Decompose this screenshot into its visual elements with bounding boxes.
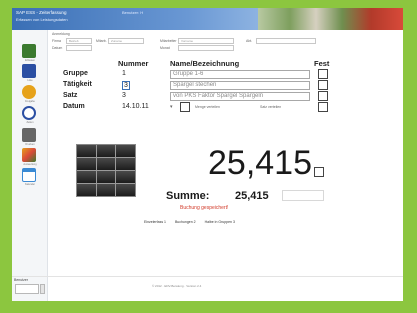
sidebar-item-label: Auswertung [23,163,37,166]
department-field[interactable] [256,38,316,44]
user-input[interactable] [15,284,39,294]
field-label: Firma [52,39,61,43]
month-field[interactable] [178,45,234,51]
date-fixed-checkbox[interactable] [318,102,328,112]
activity-name-field[interactable]: Spargel stechen [170,81,310,90]
sidebar-item-label: Drucken [25,143,35,146]
rate-number[interactable]: 3 [122,92,126,99]
column-header-fixed: Fest [314,59,330,68]
sidebar-item-label: Kalender [24,183,35,186]
field-label: Abt. [246,39,253,43]
distribute-quantity-button[interactable]: Menge verteilen [195,104,220,111]
bottom-links: Einzelerfass 1 Buchungen 2 Halbe in Grup… [144,220,235,224]
date-checkbox[interactable] [180,102,190,112]
status-message: Buchung gespeichert! [180,205,229,211]
keypad-key[interactable] [96,158,116,170]
distribute-rate-button[interactable]: Satz verteilen [260,104,281,111]
sum-label: Summe: [166,190,210,202]
sum-box [282,190,324,201]
keypad-key[interactable] [116,145,135,157]
rate-name-field[interactable]: von PKS Faktor Spargel Spargeln [170,92,310,101]
clock-icon[interactable] [22,106,36,120]
field-label: Mitarbeiter [160,39,177,43]
column-header-number: Nummer [118,59,149,68]
row-label-activity: Tätigkeit [63,81,92,88]
rate-fixed-checkbox[interactable] [318,91,328,101]
employee-id-field[interactable]: Zuname [108,38,144,44]
keypad-key[interactable] [77,171,96,183]
employee-name-field[interactable]: Vorname [178,38,234,44]
keypad-key[interactable] [96,184,116,196]
group-fixed-checkbox[interactable] [318,69,328,79]
title-bar: SAP ESS - Zeiterfassung Erfassen von Lei… [12,8,403,30]
column-header-name: Name/Bezeichnung [170,59,240,68]
row-label-rate: Satz [63,92,78,99]
quantity-display: 25,415 [208,144,312,182]
sidebar: Erfassen Liste Freigabe Zeiten Drucken A… [12,30,48,301]
sidebar-item-label: Zeiten [26,121,34,124]
sum-value: 25,415 [235,190,269,202]
activity-number[interactable]: 3 [122,81,130,90]
field-label: Datum [52,46,63,50]
activity-fixed-checkbox[interactable] [318,80,328,90]
keypad-key[interactable] [96,171,116,183]
link-single-entry[interactable]: Einzelerfass 1 [144,220,166,224]
window-subtitle: Erfassen von Leistungsdaten [16,17,68,22]
chevron-down-icon[interactable]: ▾ [170,104,173,110]
link-group-halves[interactable]: Halbe in Gruppen 3 [205,220,235,224]
keypad [76,144,136,197]
sidebar-item-label: Freigabe [25,100,35,103]
keypad-key[interactable] [116,158,135,170]
circle-check-icon[interactable] [22,85,36,99]
company-field[interactable]: Betrieb [66,38,92,44]
main-content: Anmeldung Firma Betrieb Mitarb. Zuname M… [52,30,403,301]
footer-divider [12,276,403,277]
keypad-key[interactable] [116,184,135,196]
grid-icon[interactable] [22,64,36,78]
date-field[interactable] [66,45,92,51]
keypad-key[interactable] [77,184,96,196]
group-number[interactable]: 1 [122,70,126,77]
keypad-key[interactable] [77,145,96,157]
quantity-checkbox[interactable] [314,167,324,177]
keypad-key[interactable] [116,171,135,183]
keypad-key[interactable] [77,158,96,170]
app-window: SAP ESS - Zeiterfassung Erfassen von Lei… [12,8,403,301]
link-bookings[interactable]: Buchungen 2 [175,220,196,224]
row-label-date: Datum [63,103,85,110]
window-title: SAP ESS - Zeiterfassung [16,10,67,15]
chart-icon[interactable] [22,148,36,162]
field-label: Monat [160,46,170,50]
print-icon[interactable] [22,128,36,142]
date-value[interactable]: 14.10.11 [122,103,149,110]
home-icon[interactable] [22,44,36,58]
field-label: Mitarb. [96,39,107,43]
scrollbar[interactable] [40,284,45,294]
group-name-field[interactable]: Gruppe 1-6 [170,70,310,79]
banner-image [258,8,403,30]
sidebar-item-label: Liste [27,79,33,82]
user-field-label: Benutzer [14,278,29,282]
footer-text: © 2012 · EDV-Beratung · Version 2.4 [152,284,202,288]
row-label-group: Gruppe [63,70,88,77]
calendar-icon[interactable] [22,168,36,182]
sidebar-item-label: Erfassen [25,59,35,62]
keypad-key[interactable] [96,145,116,157]
section-title: Anmeldung [52,32,70,36]
user-label: Benutzer: H [122,10,144,15]
